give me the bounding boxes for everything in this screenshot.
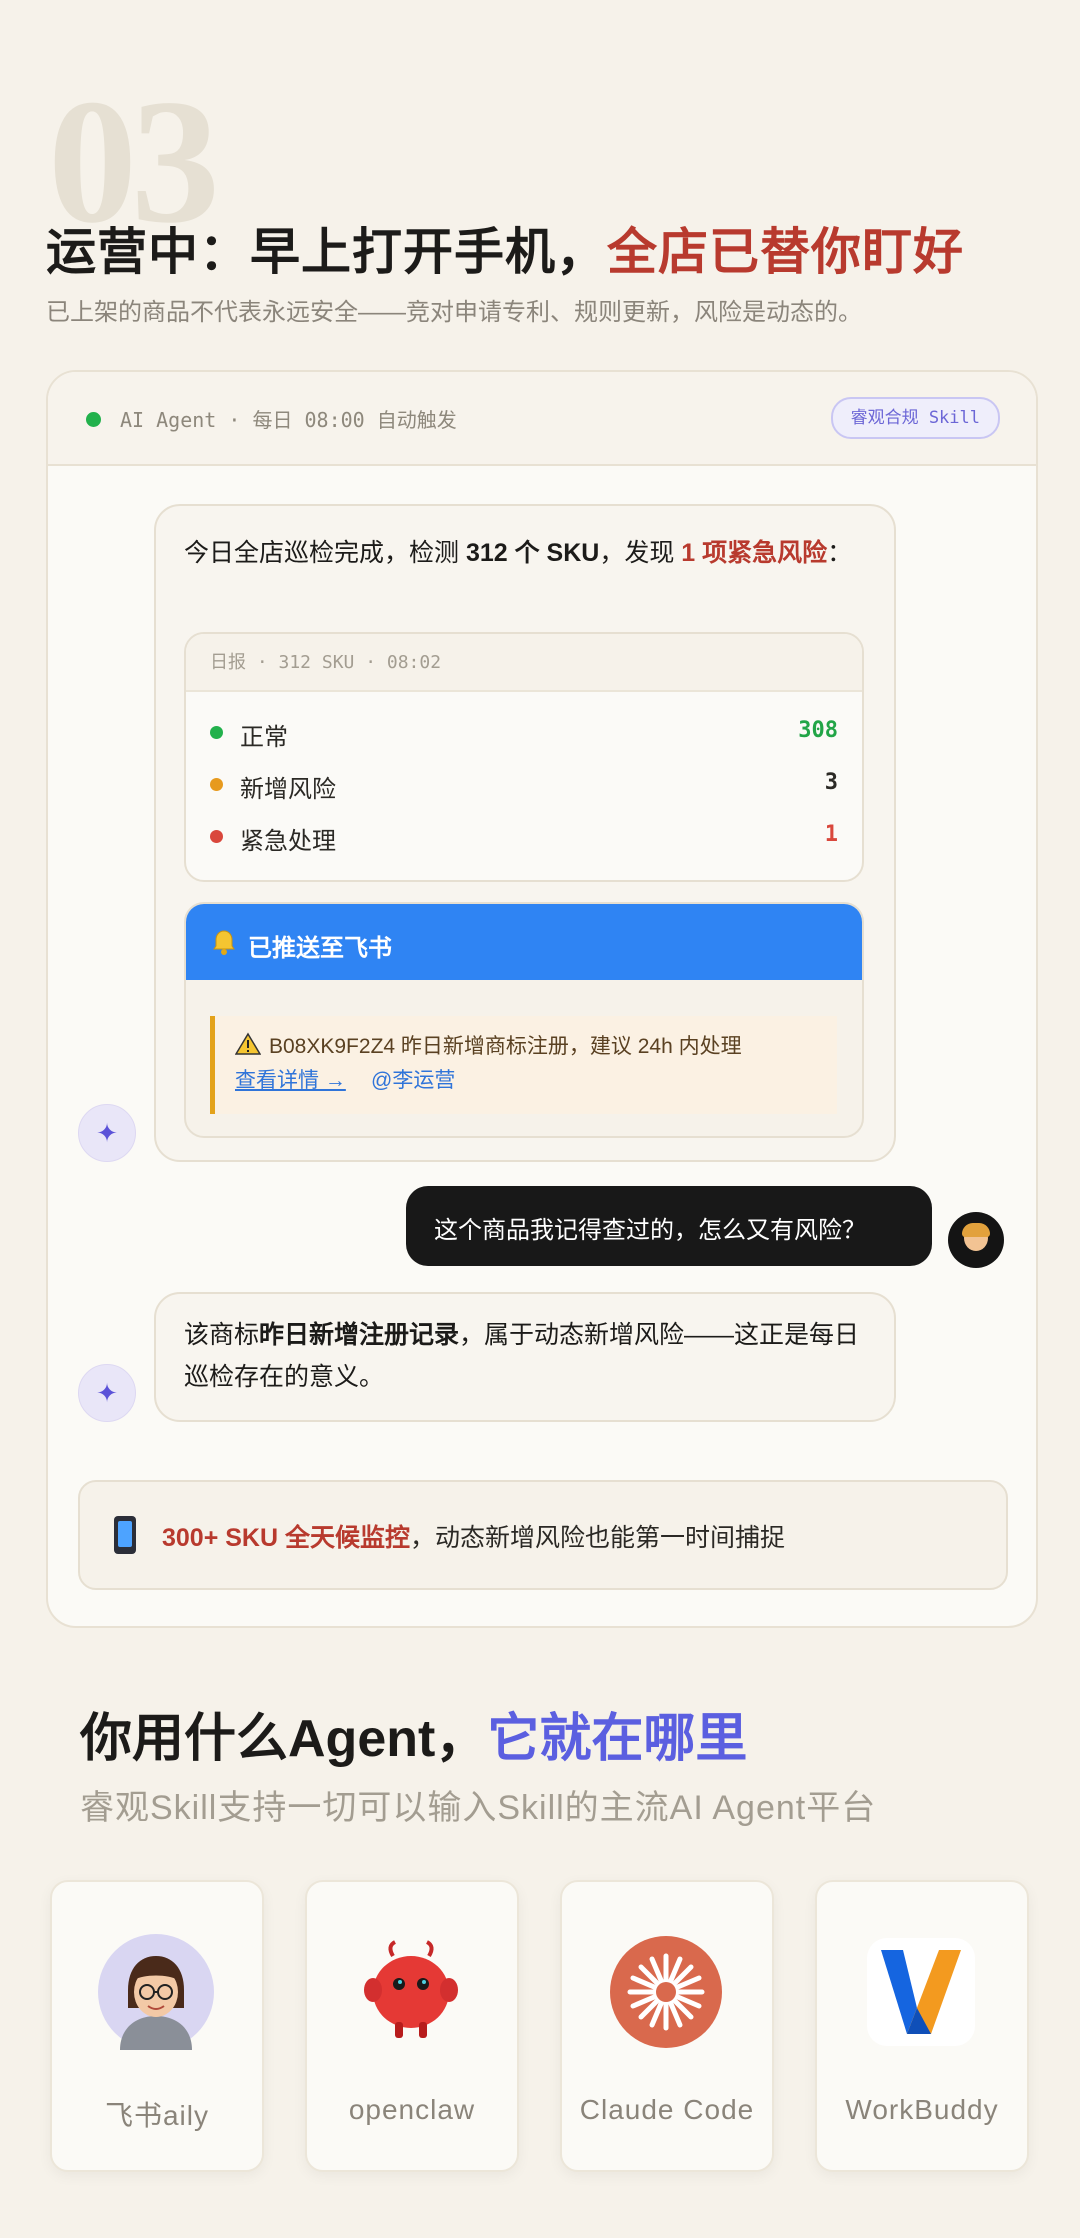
ai-message-bubble: 今日全店巡检完成，检测 312 个 SKU，发现 1 项紧急风险： 日报 · 3… bbox=[154, 504, 896, 1162]
report-row-normal: 正常 308 bbox=[210, 712, 838, 752]
alert-box: B08XK9F2Z4 昨日新增商标注册，建议 24h 内处理 查看详情 → @李… bbox=[210, 1016, 837, 1114]
user-message-bubble: 这个商品我记得查过的，怎么又有风险？ bbox=[406, 1186, 932, 1266]
monitor-banner: 300+ SKU 全天候监控，动态新增风险也能第一时间捕捉 bbox=[78, 1480, 1008, 1590]
platform-name: 飞书aily bbox=[104, 2100, 209, 2131]
agent-trigger-label: AI Agent · 每日 08:00 自动触发 bbox=[120, 408, 457, 432]
section-title: 运营中：早上打开手机，全店已替你盯好 bbox=[46, 212, 964, 284]
platform-card-openclaw[interactable]: openclaw bbox=[305, 1880, 519, 2172]
chat-header: AI Agent · 每日 08:00 自动触发 睿观合规 Skill bbox=[48, 372, 1036, 466]
status-dot bbox=[86, 412, 101, 427]
platform-name: WorkBuddy bbox=[845, 2094, 999, 2125]
daily-report: 日报 · 312 SKU · 08:02 正常 308 新增风险 3 紧急处理 … bbox=[184, 632, 864, 882]
green-dot-icon bbox=[210, 726, 223, 739]
report-row-urgent: 紧急处理 1 bbox=[210, 816, 838, 856]
sparkle-icon: ✦ bbox=[96, 1118, 118, 1148]
ai-message-text: 今日全店巡检完成，检测 312 个 SKU，发现 1 项紧急风险： bbox=[184, 539, 853, 567]
ai-reply-bubble: 该商标昨日新增注册记录，属于动态新增风险——这正是每日巡检存在的意义。 bbox=[154, 1292, 896, 1422]
view-details-link[interactable]: 查看详情 → bbox=[235, 1064, 346, 1094]
report-row-new-risk: 新增风险 3 bbox=[210, 764, 838, 804]
orange-dot-icon bbox=[210, 778, 223, 791]
bell-icon bbox=[213, 930, 235, 955]
user-message-text: 这个商品我记得查过的，怎么又有风险？ bbox=[434, 1217, 866, 1244]
section-subtitle: 已上架的商品不代表永远安全——竞对申请专利、规则更新，风险是动态的。 bbox=[46, 299, 862, 326]
warning-icon bbox=[235, 1032, 261, 1055]
user-avatar bbox=[948, 1212, 1004, 1268]
ai-reply-text: 该商标昨日新增注册记录，属于动态新增风险——这正是每日巡检存在的意义。 bbox=[184, 1321, 860, 1391]
platform-name: Claude Code bbox=[579, 2094, 755, 2125]
title-highlight: 全店已替你盯好 bbox=[607, 222, 964, 281]
red-monster-icon bbox=[364, 1940, 458, 2038]
red-dot-icon bbox=[210, 830, 223, 843]
ai-avatar: ✦ bbox=[78, 1104, 136, 1162]
feishu-header: 已推送至飞书 bbox=[186, 904, 862, 980]
ai-avatar-2: ✦ bbox=[78, 1364, 136, 1422]
monitor-text: 300+ SKU 全天候监控，动态新增风险也能第一时间捕捉 bbox=[162, 1524, 786, 1552]
platforms-title: 你用什么Agent，它就在哪里 bbox=[80, 1710, 748, 1768]
aily-avatar-icon bbox=[98, 1934, 214, 2050]
report-header: 日报 · 312 SKU · 08:02 bbox=[186, 634, 862, 692]
platform-card-aily[interactable]: 飞书aily bbox=[50, 1880, 264, 2172]
user-mention[interactable]: @李运营 bbox=[371, 1064, 455, 1094]
platforms-subtitle: 睿观Skill支持一切可以输入Skill的主流AI Agent平台 bbox=[80, 1789, 877, 1827]
title-part1: 运营中：早上打开手机， bbox=[46, 222, 607, 281]
phone-icon bbox=[114, 1516, 136, 1554]
workbuddy-w-icon bbox=[867, 1938, 975, 2046]
sparkle-icon: ✦ bbox=[96, 1378, 118, 1408]
platform-name: openclaw bbox=[348, 2094, 476, 2125]
feishu-title: 已推送至飞书 bbox=[248, 935, 392, 962]
platform-card-workbuddy[interactable]: WorkBuddy bbox=[815, 1880, 1029, 2172]
claude-asterisk-icon bbox=[610, 1936, 722, 2048]
platform-card-claude-code[interactable]: Claude Code bbox=[560, 1880, 774, 2172]
feishu-notification-card: 已推送至飞书 B08XK9F2Z4 昨日新增商标注册，建议 24h 内处理 查看… bbox=[184, 902, 864, 1138]
skill-badge[interactable]: 睿观合规 Skill bbox=[830, 397, 1000, 439]
alert-text: B08XK9F2Z4 昨日新增商标注册，建议 24h 内处理 bbox=[269, 1035, 742, 1058]
chat-card: AI Agent · 每日 08:00 自动触发 睿观合规 Skill 今日全店… bbox=[46, 370, 1038, 1628]
